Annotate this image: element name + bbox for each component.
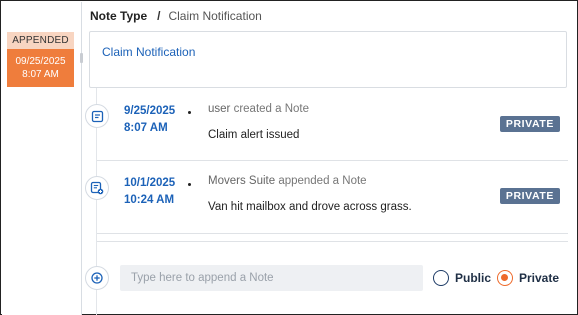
note-date: 9/25/2025 xyxy=(124,105,176,117)
note-datetime: 10/1/2025 10:24 AM xyxy=(124,175,175,209)
note-date: 10/1/2025 xyxy=(124,177,176,189)
note-header: user created a Note xyxy=(208,103,309,115)
bullet-dot xyxy=(188,183,191,186)
note-type-title: Claim Notification xyxy=(102,45,196,59)
appended-stamp-label: APPENDED xyxy=(7,32,74,49)
radio-label-private: Private xyxy=(519,271,560,285)
note-body: Claim alert issued xyxy=(208,129,300,141)
visibility-private-radio[interactable]: Private xyxy=(497,270,559,286)
breadcrumb-note-type: Note Type xyxy=(90,9,148,23)
appended-stamp-datetime: 09/25/2025 8:07 AM xyxy=(7,49,74,87)
add-note-icon[interactable] xyxy=(85,266,109,290)
note-entry: 9/25/2025 8:07 AM user created a Note Cl… xyxy=(85,89,568,161)
note-header: Movers Suite appended a Note xyxy=(208,175,367,187)
private-badge: PRIVATE xyxy=(499,188,560,204)
breadcrumb-separator: / xyxy=(157,9,161,23)
note-time: 10:24 AM xyxy=(124,194,175,206)
composer-divider xyxy=(97,241,568,242)
note-action: appended a Note xyxy=(278,175,367,187)
radio-ring[interactable] xyxy=(433,270,449,286)
note-author: Movers Suite xyxy=(208,175,276,187)
column-divider xyxy=(81,2,82,315)
visibility-public-radio[interactable]: Public xyxy=(433,270,491,286)
note-datetime: 9/25/2025 8:07 AM xyxy=(124,103,175,137)
note-body: Van hit mailbox and drove across grass. xyxy=(208,201,412,213)
radio-label-public: Public xyxy=(455,271,492,285)
append-note-input[interactable] xyxy=(120,265,423,291)
note-entry: 10/1/2025 10:24 AM Movers Suite appended… xyxy=(85,161,568,234)
notes-panel: APPENDED 09/25/2025 8:07 AM Note Type / Cl… xyxy=(0,0,578,315)
note-append-icon xyxy=(85,176,109,200)
breadcrumb: Note Type / Claim Notification xyxy=(90,9,262,23)
note-icon xyxy=(85,104,109,128)
note-action: created a Note xyxy=(233,103,310,115)
note-time: 8:07 AM xyxy=(124,122,168,134)
radio-ring-selected[interactable] xyxy=(497,270,513,286)
note-type-title-box: Claim Notification xyxy=(89,31,567,88)
resize-handle[interactable] xyxy=(80,53,83,63)
note-author: user xyxy=(208,103,231,115)
appended-stamp-date: 09/25/2025 xyxy=(15,56,66,67)
breadcrumb-claim-notification: Claim Notification xyxy=(168,9,262,23)
private-badge: PRIVATE xyxy=(499,116,560,132)
bullet-dot xyxy=(188,111,191,114)
appended-stamp-time: 8:07 AM xyxy=(22,69,59,80)
